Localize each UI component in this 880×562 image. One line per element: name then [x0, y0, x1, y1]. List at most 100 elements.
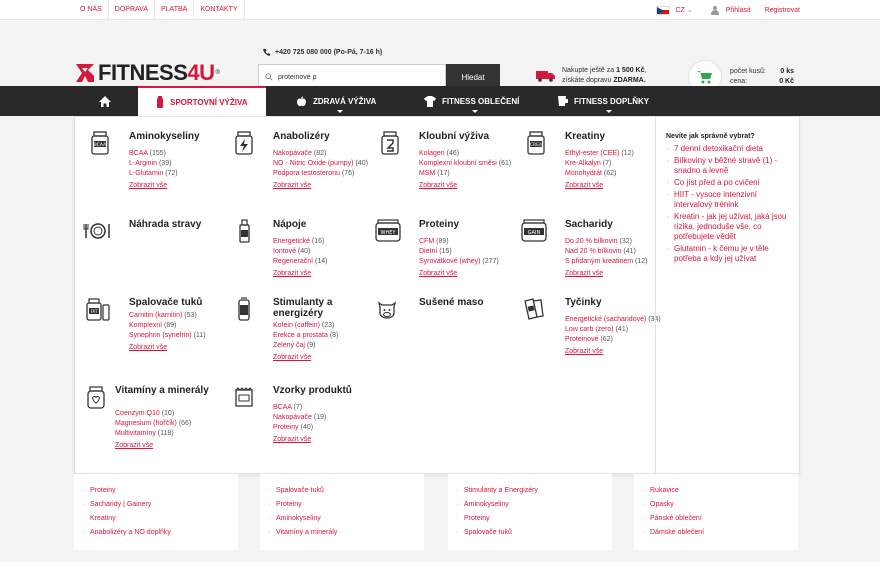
- bottom-link[interactable]: Opasky: [642, 498, 798, 512]
- bottom-link[interactable]: Vitamíny a minerály: [268, 526, 424, 540]
- bottom-link[interactable]: Stimulanty a Energizéry: [456, 484, 612, 498]
- subcategory-link[interactable]: Dietní (15): [419, 247, 529, 257]
- svg-text:CREA: CREA: [530, 142, 543, 148]
- show-all-link[interactable]: Zobrazit vše: [129, 343, 239, 353]
- logo[interactable]: FITNESS4U ®: [74, 60, 220, 86]
- subcategory-link[interactable]: Multivitamíny (118): [115, 429, 225, 439]
- caret-down-icon: [337, 110, 343, 113]
- bottom-column: Stimulanty a Energizéry Aminokyseliny Pr…: [448, 474, 612, 550]
- subcategory-link[interactable]: Kofein (caffein) (23): [273, 321, 383, 331]
- subcategory-link[interactable]: Zelený čaj (9): [273, 341, 383, 351]
- subcategory-link[interactable]: Komplexní (89): [129, 321, 239, 331]
- subcategory-link[interactable]: Magnesium (hořčík) (66): [115, 419, 225, 429]
- svg-text:BCAA: BCAA: [94, 142, 107, 148]
- subcategory-link[interactable]: L-Arginin (39): [129, 159, 239, 169]
- show-all-link[interactable]: Zobrazit vše: [115, 441, 225, 451]
- category-title[interactable]: Tyčinky: [565, 297, 665, 308]
- category-items: Kolagen (46) Komplexní kloubní směsi (61…: [419, 149, 529, 191]
- category-items: CFM (89) Dietní (15) Syrovátkové (whey) …: [419, 237, 529, 279]
- category-title[interactable]: Sušené maso: [419, 297, 519, 308]
- show-all-link[interactable]: Zobrazit vše: [419, 269, 529, 279]
- subcategory-link[interactable]: BCAA (155): [129, 149, 239, 159]
- show-all-link[interactable]: Zobrazit vše: [419, 181, 529, 191]
- tip-link[interactable]: Glutamin - k čemu je v těle potřeba a kd…: [666, 244, 792, 264]
- subcategory-link[interactable]: Kolagen (46): [419, 149, 529, 159]
- show-all-link[interactable]: Zobrazit vše: [273, 181, 383, 191]
- link-doprava[interactable]: DOPRAVA: [109, 0, 155, 20]
- subcategory-link[interactable]: Nakopávače (19): [273, 413, 383, 423]
- category-items: Carnitin (karnitin) (53) Komplexní (89) …: [129, 311, 239, 353]
- tip-link[interactable]: Bílkoviny v běžné stravě (1) - snadno a …: [666, 156, 792, 176]
- category-title[interactable]: Proteiny: [419, 219, 519, 230]
- nav-sportovni-vyziva[interactable]: SPORTOVNÍ VÝŽIVA: [138, 86, 266, 116]
- bottom-link[interactable]: Anabolizéry a NO doplňky: [82, 526, 238, 540]
- bottom-link[interactable]: Proteiny: [268, 498, 424, 512]
- register-link[interactable]: Registrovat: [765, 7, 800, 14]
- link-kontakty[interactable]: KONTAKTY: [194, 0, 245, 20]
- nav-fitness-doplnky[interactable]: FITNESS DOPLŇKY: [554, 86, 664, 116]
- category-title[interactable]: Spalovače tuků: [129, 297, 229, 308]
- category-title[interactable]: Kreatiny: [565, 131, 665, 142]
- show-all-link[interactable]: Zobrazit vše: [273, 353, 383, 363]
- tip-link[interactable]: Co jíst před a po cvičení: [666, 178, 792, 188]
- subcategory-link[interactable]: Regenerační (14): [273, 257, 383, 267]
- category-title[interactable]: Stimulanty a energizéry: [273, 297, 373, 319]
- subcategory-link[interactable]: Nakopávače (82): [273, 149, 383, 159]
- bottom-link[interactable]: Aminokyseliny: [456, 498, 612, 512]
- subcategory-link[interactable]: NO - Nitric Oxide (pumpy) (40): [273, 159, 383, 169]
- subcategory-link[interactable]: Komplexní kloubní směsi (61): [419, 159, 529, 169]
- subcategory-link[interactable]: Erekce a prostata (8): [273, 331, 383, 341]
- bottom-link[interactable]: Sacharidy | Gainery: [82, 498, 238, 512]
- category-items: Nakopávače (82) NO - Nitric Oxide (pumpy…: [273, 149, 383, 191]
- subcategory-link[interactable]: Energetické (16): [273, 237, 383, 247]
- nav-home[interactable]: [74, 86, 136, 116]
- category-title[interactable]: Vitamíny a minerály: [115, 385, 215, 396]
- tip-link[interactable]: 7 denní detoxikační dieta: [666, 144, 792, 154]
- category-title[interactable]: Kloubní výživa: [419, 131, 519, 142]
- czech-flag-icon[interactable]: [655, 5, 670, 15]
- bottom-link[interactable]: Rukavice: [642, 484, 798, 498]
- tip-link[interactable]: Kreatin - jak jej užívat, jaká jsou rizi…: [666, 212, 792, 242]
- bottom-link[interactable]: Proteiny: [456, 512, 612, 526]
- bottom-link[interactable]: Spalovače tuků: [456, 526, 612, 540]
- nav-fitness-obleceni[interactable]: FITNESS OBLEČENÍ: [420, 86, 530, 116]
- category-title[interactable]: Anabolizéry: [273, 131, 373, 142]
- vitamin-jar-icon: [87, 386, 105, 409]
- category-title[interactable]: Sacharidy: [565, 219, 665, 230]
- category-title[interactable]: Náhrada stravy: [129, 219, 229, 230]
- bottom-link[interactable]: Kreatiny: [82, 512, 238, 526]
- bottom-categories: Proteiny Sacharidy | Gainery Kreatiny An…: [74, 474, 800, 550]
- bottom-link[interactable]: Spalovače tuků: [268, 484, 424, 498]
- language-select[interactable]: CZ ⌄: [676, 6, 693, 14]
- bottom-link[interactable]: Dámské oblečení: [642, 526, 798, 540]
- subcategory-link[interactable]: Synephrin (synefrin) (11): [129, 331, 239, 341]
- category-title[interactable]: Nápoje: [273, 219, 373, 230]
- subcategory-link[interactable]: CFM (89): [419, 237, 529, 247]
- subcategory-link[interactable]: Iontové (40): [273, 247, 383, 257]
- show-all-link[interactable]: Zobrazit vše: [273, 435, 383, 445]
- subcategory-link[interactable]: BCAA (7): [273, 403, 383, 413]
- bottom-link[interactable]: Proteiny: [82, 484, 238, 498]
- login-link[interactable]: Přihlásit: [726, 7, 751, 14]
- show-all-link[interactable]: Zobrazit vše: [273, 269, 383, 279]
- nav-zdrava-vyziva[interactable]: ZDRAVÁ VÝŽIVA: [292, 86, 388, 116]
- jar-joint-icon: [381, 131, 399, 155]
- link-o-nas[interactable]: O NÁS: [72, 0, 109, 20]
- category-title[interactable]: Aminokyseliny: [129, 131, 229, 142]
- bottom-link[interactable]: Aminokyseliny: [268, 512, 424, 526]
- show-all-link[interactable]: Zobrazit vše: [129, 181, 239, 191]
- subcategory-link[interactable]: L-Glutamin (72): [129, 169, 239, 179]
- logo-registered: ®: [215, 70, 220, 76]
- subcategory-link[interactable]: Podpora testosteronu (76): [273, 169, 383, 179]
- category-title[interactable]: Vzorky produktů: [273, 385, 373, 396]
- tip-link[interactable]: HIIT - vysoce intenzivní intervalový tré…: [666, 190, 792, 210]
- subcategory-link[interactable]: Proteiny (40): [273, 423, 383, 433]
- bottom-link[interactable]: Pánské oblečení: [642, 512, 798, 526]
- link-platba[interactable]: PLATBA: [155, 0, 195, 20]
- subcategory-link[interactable]: Carnitin (karnitin) (53): [129, 311, 239, 321]
- subcategory-link[interactable]: Coenzym Q10 (10): [115, 409, 225, 419]
- subcategory-link[interactable]: MSM (17): [419, 169, 529, 179]
- bottom-column: Spalovače tuků Proteiny Aminokyseliny Vi…: [260, 474, 424, 550]
- ship-line-1: Nakupte ještě za 1 500 Kč,: [562, 67, 647, 74]
- subcategory-link[interactable]: Syrovátkové (whey) (277): [419, 257, 529, 267]
